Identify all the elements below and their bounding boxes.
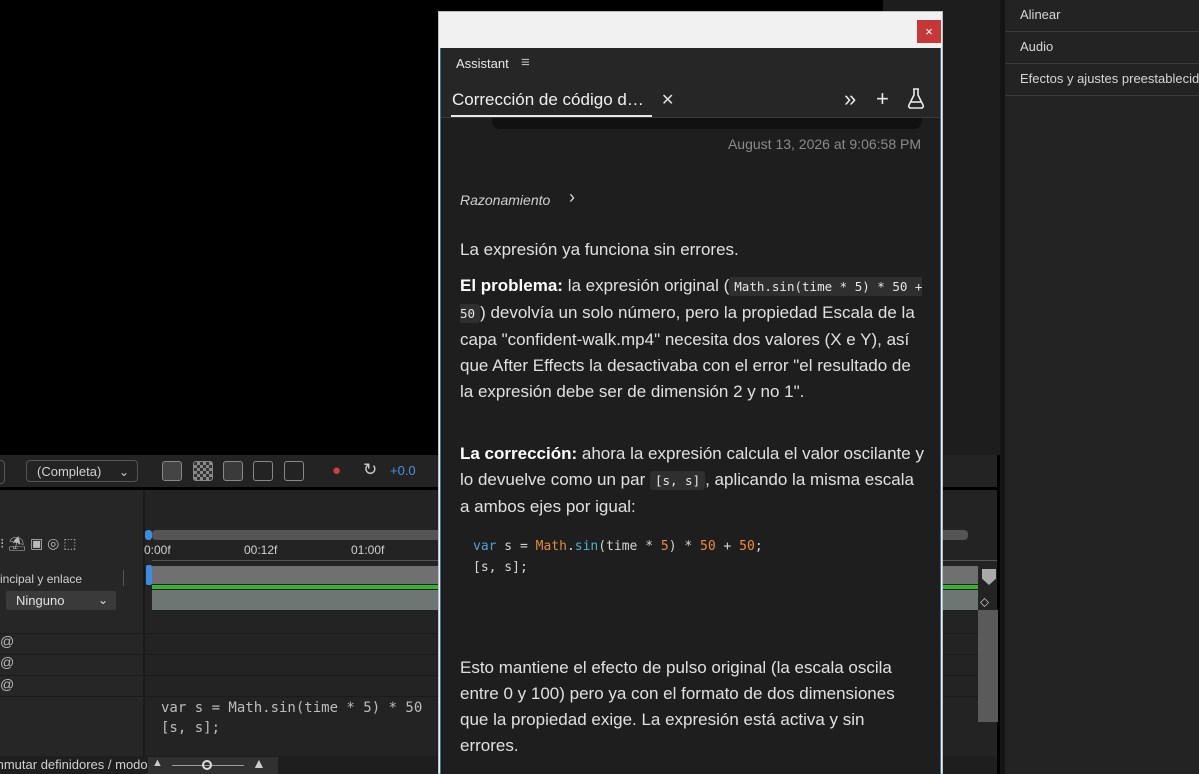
response-paragraph-2: El problema: la expresión original (Math… [460,273,925,405]
p2-text-b: ) devolvía un solo número, pero la propi… [460,303,915,401]
panel-audio[interactable]: Audio [1005,32,1199,64]
column-separator [123,570,124,586]
zoom-in-icon[interactable]: ▲ [252,755,266,771]
toggle-switches-modes[interactable]: Conmutar definidores / modos [0,757,154,772]
new-chat-icon[interactable]: + [876,86,889,112]
parent-dropdown[interactable]: Ninguno ⌄ [6,591,116,610]
expression-spiral-icon[interactable]: @ [0,676,14,692]
panel-menu-icon[interactable]: ≡ [521,54,530,71]
chevron-down-icon: ⌄ [97,593,108,607]
chevron-right-icon[interactable]: › [569,187,575,208]
zoom-slider-handle[interactable] [202,760,212,770]
channels-icon[interactable]: ● [332,462,341,479]
parent-link-header: Principal y enlace [0,572,83,586]
response-paragraph-3: La corrección: ahora la expresión calcul… [460,441,925,520]
switch-icons[interactable]: ⁝ ⛱ ▣ ◎ ⬚ [0,535,76,552]
resolution-dropdown[interactable]: (Completa) ⌄ [26,460,138,482]
exposure-value[interactable]: +0.0 [390,463,416,478]
chevron-down-icon: ⌄ [118,465,129,479]
fast-preview-icon[interactable] [162,461,182,481]
tab-conversation[interactable]: Corrección de código d… [452,90,644,110]
right-panels: Alinear Audio Efectos y ajustes preestab… [1005,0,1199,774]
timeline-scrollbar[interactable] [978,610,998,722]
user-message-bubble [492,118,922,129]
assistant-panel: Assistant ≡ Corrección de código d… ✕ » … [440,48,941,774]
code-number: 50 [700,539,716,554]
guides-icon[interactable] [284,461,304,481]
region-of-interest-icon[interactable] [253,461,273,481]
code-block[interactable]: var s = Math.sin(time * 5) * 50 + 50; [s… [460,536,921,590]
parent-dropdown-value: Ninguno [16,593,65,608]
ruler-tick-2: 01:00f [351,543,385,557]
flask-icon[interactable] [905,87,927,115]
window-close-button[interactable]: × [917,20,941,43]
playhead[interactable] [146,565,152,585]
code-text: ) * [668,539,701,554]
code-number: 5 [660,539,669,554]
keyframe-nav-icon[interactable]: ⬦ [980,594,989,610]
code-text: + [715,539,740,554]
expression-spiral-icon[interactable]: @ [0,654,14,670]
chat-area: August 13, 2026 at 9:06:58 PM Razonamien… [441,118,940,774]
resolution-value: (Completa) [37,464,102,479]
panel-effects-presets[interactable]: Efectos y ajustes preestablecidos [1005,64,1199,96]
expression-spiral-icon[interactable]: @ [0,633,14,649]
expression-editor[interactable]: var s = Math.sin(time * 5) * 50 [s, s]; [161,698,422,738]
reasoning-toggle[interactable]: Razonamiento [460,192,550,208]
problem-heading: El problema: [460,276,563,295]
code-text: s = [496,539,536,554]
code-function: sin [574,539,599,554]
message-timestamp: August 13, 2026 at 9:06:58 PM [727,136,921,152]
panel-align[interactable]: Alinear [1005,0,1199,32]
ruler-tick-0: 0:00f [144,543,171,557]
code-line-2: [s, s]; [473,560,528,575]
code-number: 50 [739,539,755,554]
response-paragraph-1: La expresión ya funciona sin errores. [460,240,739,259]
mask-path-icon[interactable] [223,461,243,481]
code-text: ; [754,539,763,554]
assistant-title: Assistant [456,56,509,71]
code-keyword: var [473,539,497,554]
response-paragraph-4: Esto mantiene el efecto de pulso origina… [460,658,895,755]
pair-code: [s, s] [649,471,706,490]
transparency-grid-icon[interactable] [193,461,213,481]
code-text: . [566,539,575,554]
ruler-tick-1: 00:12f [244,543,278,557]
magnification-dropdown[interactable] [0,460,5,484]
reset-exposure-icon[interactable]: ↻ [363,460,377,480]
code-class: Math [535,539,567,554]
code-text: (time * [598,539,661,554]
zoom-out-icon[interactable]: ▲ [152,757,163,769]
navigator-start-handle[interactable] [145,530,152,540]
p2-text-a: la expresión original ( [562,276,730,295]
tab-close-icon[interactable]: ✕ [661,90,674,110]
expand-icon[interactable]: » [844,86,856,112]
fix-heading: La corrección: [460,444,578,463]
